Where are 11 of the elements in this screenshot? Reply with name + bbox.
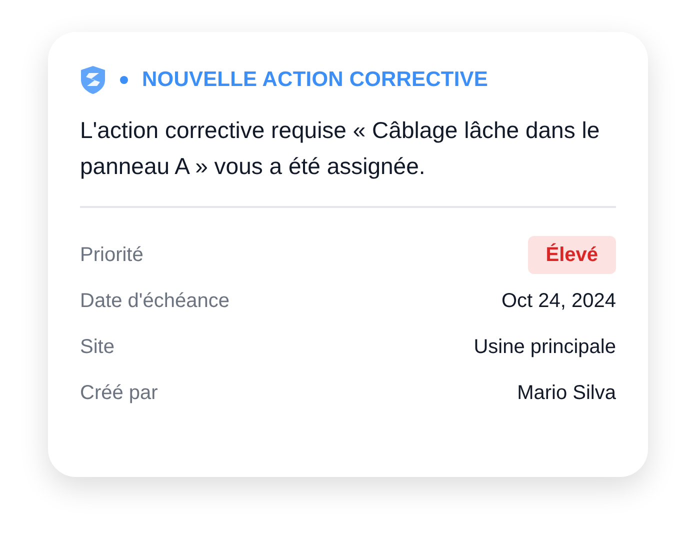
priority-badge: Élevé — [528, 236, 616, 274]
shield-logo-icon — [80, 65, 106, 95]
notification-message: L'action corrective requise « Câblage lâche dans le panneau A » vous a été assignée. — [80, 116, 600, 181]
detail-label: Date d'échéance — [80, 289, 230, 314]
detail-value: Mario Silva — [517, 381, 616, 406]
detail-label: Site — [80, 335, 114, 360]
notification-title: NOUVELLE ACTION CORRECTIVE — [142, 67, 488, 94]
detail-value: Oct 24, 2024 — [501, 289, 616, 314]
detail-label: Priorité — [80, 243, 144, 268]
detail-label: Créé par — [80, 381, 158, 406]
detail-value: Usine principale — [474, 335, 616, 360]
